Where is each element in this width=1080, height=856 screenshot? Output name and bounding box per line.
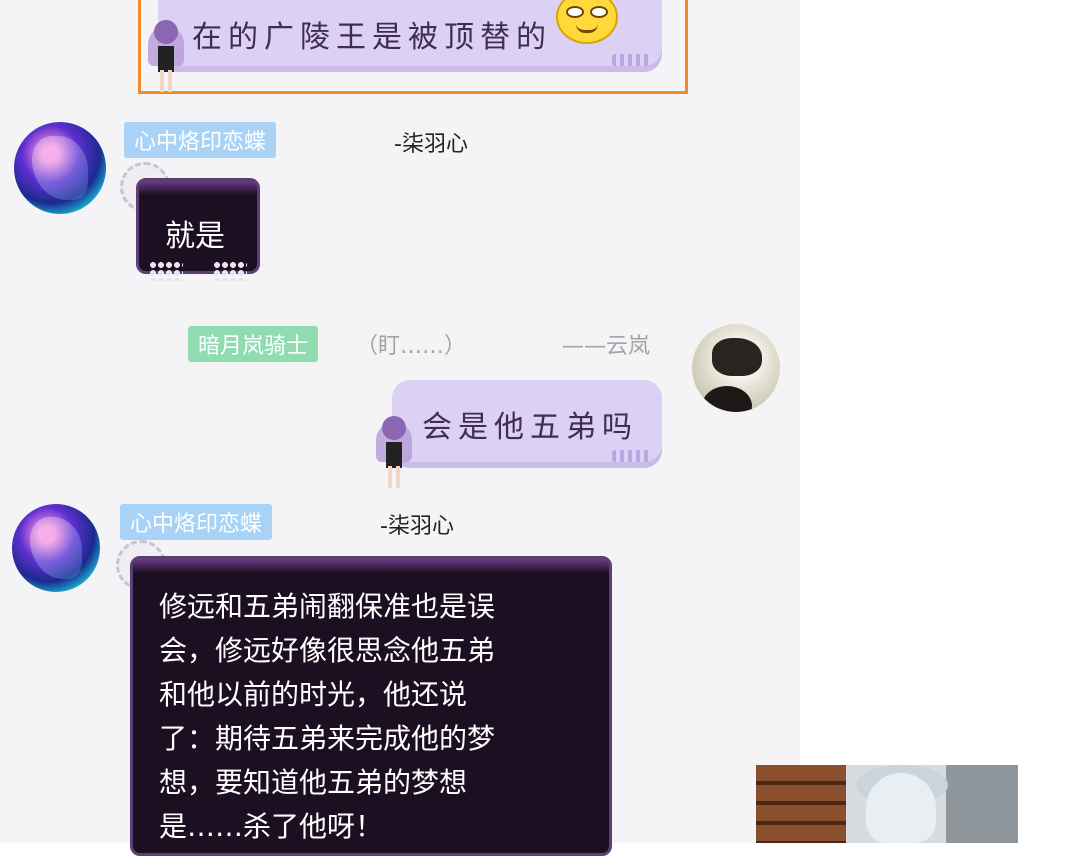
bubble-decoration: [612, 54, 652, 66]
message-4-line: 想，要知道他五弟的梦想: [159, 766, 468, 799]
avatar-lianDie[interactable]: [12, 504, 100, 592]
message-bubble-3[interactable]: 会是他五弟吗: [392, 380, 662, 468]
nickname: ——云岚: [562, 334, 651, 359]
lace-decoration: [213, 261, 247, 281]
message-2-text: 就是: [165, 219, 225, 254]
bubble-decoration: [612, 450, 652, 462]
girl-sticker-icon: [144, 20, 188, 92]
message-1-text: 在的广陵王是被顶替的: [192, 20, 552, 55]
message-4-line: 了：期待五弟来完成他的梦: [159, 722, 496, 755]
message-4-line: 会，修远好像很思念他五弟: [159, 634, 496, 667]
message-bubble-2[interactable]: 就是: [136, 178, 260, 281]
lace-decoration: [149, 261, 183, 281]
nickname: -柒羽心: [394, 132, 468, 157]
message-4-line: 是……杀了他呀！: [159, 810, 384, 843]
message-4-line: 修远和五弟闹翻保准也是误: [159, 590, 496, 623]
avatar-lianDie[interactable]: [14, 122, 106, 214]
name-tag: 心中烙印恋蝶: [120, 504, 273, 540]
message-bubble-4[interactable]: 修远和五弟闹翻保准也是误 会，修远好像很思念他五弟 和他以前的时光，他还说 了：…: [130, 556, 612, 856]
avatar-yunLan[interactable]: [692, 324, 780, 412]
status-note: （盯……）: [356, 334, 467, 359]
message-4-line: 和他以前的时光，他还说: [159, 678, 468, 711]
name-tag: 暗月岚骑士: [188, 326, 319, 362]
message-3-text: 会是他五弟吗: [422, 410, 638, 445]
name-tag: 心中烙印恋蝶: [124, 122, 277, 158]
girl-sticker-icon: [372, 416, 416, 488]
nickname: -柒羽心: [380, 514, 454, 539]
video-thumbnail[interactable]: [756, 765, 1018, 843]
